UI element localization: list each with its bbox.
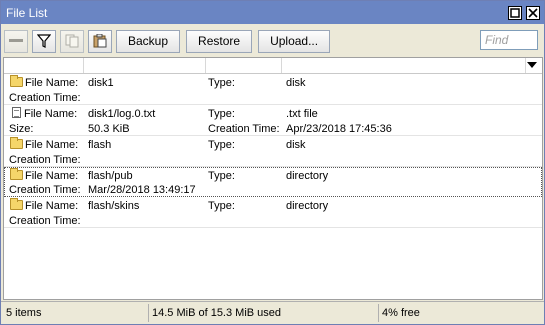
type-label: Type: [208, 139, 235, 151]
paste-button[interactable] [88, 29, 112, 53]
file-icon [12, 107, 21, 118]
folder-icon [10, 168, 23, 180]
size-label: Size: [9, 123, 34, 135]
file-name-value: disk1/log.0.txt [88, 108, 156, 120]
file-name-value: flash [88, 139, 112, 151]
list-item[interactable]: File Name: disk1/log.0.txt Type: .txt fi… [4, 106, 542, 136]
maximize-icon [510, 7, 520, 18]
filter-button[interactable] [32, 29, 56, 53]
creation-time-value: Apr/23/2018 17:45:36 [286, 123, 392, 135]
disk-usage: 14.5 MiB of 15.3 MiB used [149, 304, 379, 322]
type-label: Type: [208, 77, 235, 89]
file-name-label: File Name: [10, 107, 77, 122]
creation-time-label: Creation Time: [9, 92, 81, 104]
remove-button[interactable] [4, 29, 28, 53]
column-menu-arrow-icon[interactable] [527, 62, 537, 68]
upload-button[interactable]: Upload... [258, 29, 331, 53]
status-bar: 5 items 14.5 MiB of 15.3 MiB used 4% fre… [1, 301, 544, 324]
file-name-value: flash/skins [88, 200, 140, 212]
list-item[interactable]: File Name: flash/skins Type: directory C… [4, 198, 542, 228]
window-title: File List [6, 5, 48, 20]
folder-icon [10, 137, 23, 149]
file-name-label: File Name: [10, 75, 78, 91]
file-name-value: flash/pub [88, 170, 133, 182]
header-column-type[interactable] [282, 58, 526, 73]
paste-icon [93, 34, 107, 48]
toolbar: Backup Restore Upload... Find [1, 25, 544, 57]
type-value: disk [286, 77, 306, 89]
type-label: Type: [208, 170, 235, 182]
file-name-value: disk1 [88, 77, 114, 89]
creation-time-value: Mar/28/2018 13:49:17 [88, 184, 196, 196]
list-item[interactable]: File Name: flash/pub Type: directory Cre… [4, 167, 542, 197]
find-input[interactable]: Find [480, 30, 538, 50]
filter-icon [37, 34, 51, 48]
close-icon [528, 7, 538, 18]
copy-icon [65, 34, 79, 48]
type-value: directory [286, 170, 329, 182]
file-list-window: File List Backup Restore Upload... Find [0, 0, 545, 325]
item-count: 5 items [3, 304, 149, 322]
creation-time-label: Creation Time: [9, 184, 81, 196]
type-value: directory [286, 200, 329, 212]
creation-time-label: Creation Time: [9, 215, 81, 227]
copy-button[interactable] [60, 29, 84, 53]
title-bar[interactable]: File List [1, 1, 544, 24]
free-space: 4% free [382, 307, 420, 319]
maximize-button[interactable] [508, 5, 522, 20]
creation-time-label: Creation Time: [9, 154, 81, 166]
file-name-label: File Name: [10, 168, 78, 184]
backup-button[interactable]: Backup [116, 29, 181, 53]
type-label: Type: [208, 200, 235, 212]
creation-time-label: Creation Time: [208, 123, 280, 135]
close-button[interactable] [526, 5, 540, 20]
header-column-name[interactable] [84, 58, 206, 73]
size-value: 50.3 KiB [88, 123, 130, 135]
header-column-type-label[interactable] [206, 58, 282, 73]
folder-icon [10, 75, 23, 87]
list-item[interactable]: File Name: disk1 Type: disk Creation Tim… [4, 75, 542, 105]
folder-icon [10, 198, 23, 210]
minus-icon [9, 39, 23, 42]
file-name-label: File Name: [10, 198, 78, 214]
type-value: .txt file [286, 108, 318, 120]
list-item[interactable]: File Name: flash Type: disk Creation Tim… [4, 137, 542, 167]
type-value: disk [286, 139, 306, 151]
restore-button[interactable]: Restore [186, 29, 253, 53]
file-name-label: File Name: [10, 137, 78, 153]
file-list: File Name: disk1 Type: disk Creation Tim… [3, 57, 543, 300]
list-header [4, 58, 542, 74]
type-label: Type: [208, 108, 235, 120]
header-column-label[interactable] [4, 58, 84, 73]
